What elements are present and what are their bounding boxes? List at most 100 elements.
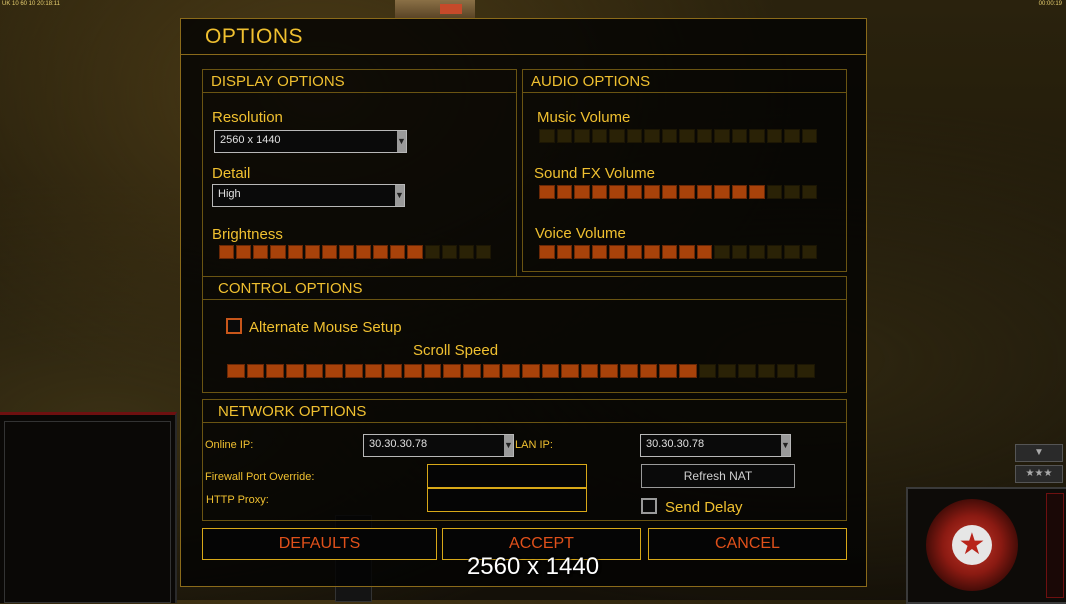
slider-segment bbox=[325, 364, 343, 378]
slider-segment bbox=[766, 245, 782, 259]
voice-volume-label: Voice Volume bbox=[535, 225, 626, 242]
slider-segment bbox=[556, 245, 572, 259]
slider-segment bbox=[227, 364, 245, 378]
slider-segment bbox=[407, 245, 423, 259]
slider-segment bbox=[784, 245, 800, 259]
hud-status-left: UK 10 60 10 20:18:11 bbox=[2, 1, 60, 7]
slider-segment bbox=[364, 364, 383, 378]
online-ip-dropdown[interactable]: 30.30.30.78 ▼ bbox=[363, 434, 514, 457]
scroll-speed-slider[interactable] bbox=[227, 364, 815, 378]
slider-segment bbox=[356, 245, 372, 259]
slider-segment bbox=[679, 129, 695, 143]
online-ip-value: 30.30.30.78 bbox=[369, 438, 428, 450]
slider-segment bbox=[644, 129, 660, 143]
slider-segment bbox=[219, 245, 235, 259]
slider-segment bbox=[539, 129, 555, 143]
slider-segment bbox=[556, 185, 572, 199]
firewall-port-input[interactable] bbox=[427, 464, 587, 488]
slider-segment bbox=[344, 364, 363, 378]
audio-options-section: AUDIO OPTIONS Music Volume Sound FX Volu… bbox=[522, 69, 847, 272]
network-options-header: NETWORK OPTIONS bbox=[203, 400, 846, 423]
display-options-section: DISPLAY OPTIONS Resolution 2560 x 1440 ▼… bbox=[202, 69, 517, 277]
http-proxy-input[interactable] bbox=[427, 488, 587, 512]
slider-segment bbox=[574, 245, 590, 259]
slider-segment bbox=[766, 185, 782, 199]
slider-segment bbox=[285, 364, 304, 378]
slider-segment bbox=[246, 364, 265, 378]
detail-dropdown[interactable]: High ▼ bbox=[212, 184, 405, 207]
resolution-value: 2560 x 1440 bbox=[220, 134, 281, 146]
slider-segment bbox=[539, 245, 555, 259]
slider-segment bbox=[541, 364, 560, 378]
chevron-down-icon[interactable]: ▼ bbox=[397, 131, 406, 152]
slider-segment bbox=[714, 129, 730, 143]
slider-segment bbox=[441, 245, 457, 259]
slider-segment bbox=[620, 364, 638, 378]
rank-stars-icon[interactable]: ★★★ bbox=[1015, 465, 1063, 483]
slider-segment bbox=[384, 364, 402, 378]
slider-segment bbox=[731, 129, 747, 143]
music-volume-label: Music Volume bbox=[537, 109, 631, 126]
http-proxy-label: HTTP Proxy: bbox=[206, 494, 269, 506]
voice-volume-slider[interactable] bbox=[539, 245, 817, 259]
slider-segment bbox=[797, 364, 815, 378]
slider-segment bbox=[423, 364, 442, 378]
slider-segment bbox=[580, 364, 599, 378]
slider-segment bbox=[253, 245, 269, 259]
slider-segment bbox=[698, 364, 717, 378]
sound-fx-volume-label: Sound FX Volume bbox=[534, 165, 655, 182]
slider-segment bbox=[626, 245, 642, 259]
detail-value: High bbox=[218, 188, 241, 200]
slider-segment bbox=[373, 245, 389, 259]
radar-side-strip bbox=[1046, 493, 1064, 598]
radar-panel: ★ bbox=[906, 487, 1066, 604]
slider-segment bbox=[784, 185, 800, 199]
dialog-title: OPTIONS bbox=[205, 25, 304, 48]
chevron-down-icon[interactable]: ▼ bbox=[504, 435, 513, 456]
slider-segment bbox=[661, 245, 677, 259]
slider-segment bbox=[749, 129, 765, 143]
slider-segment bbox=[801, 245, 817, 259]
display-options-header: DISPLAY OPTIONS bbox=[203, 70, 516, 93]
dialog-title-bar: OPTIONS bbox=[181, 19, 866, 55]
slider-segment bbox=[609, 129, 625, 143]
slider-segment bbox=[714, 245, 730, 259]
slider-segment bbox=[801, 129, 817, 143]
lan-ip-dropdown[interactable]: 30.30.30.78 ▼ bbox=[640, 434, 791, 457]
slider-segment bbox=[801, 185, 817, 199]
slider-segment bbox=[644, 185, 660, 199]
alternate-mouse-label: Alternate Mouse Setup bbox=[249, 319, 402, 336]
brightness-slider[interactable] bbox=[219, 245, 491, 259]
slider-segment bbox=[574, 129, 590, 143]
refresh-nat-button[interactable]: Refresh NAT bbox=[641, 464, 795, 488]
resolution-dropdown[interactable]: 2560 x 1440 ▼ bbox=[214, 130, 407, 153]
slider-segment bbox=[591, 245, 607, 259]
slider-segment bbox=[679, 364, 697, 378]
detail-label: Detail bbox=[212, 165, 251, 182]
slider-segment bbox=[718, 364, 737, 378]
slider-segment bbox=[502, 364, 520, 378]
scroll-speed-label: Scroll Speed bbox=[413, 342, 499, 359]
sound-fx-volume-slider[interactable] bbox=[539, 185, 817, 199]
music-volume-slider[interactable] bbox=[539, 129, 817, 143]
slider-segment bbox=[696, 245, 712, 259]
slider-segment bbox=[482, 364, 501, 378]
chevron-down-icon[interactable]: ▼ bbox=[1015, 444, 1063, 462]
options-dialog: OPTIONS DISPLAY OPTIONS Resolution 2560 … bbox=[180, 18, 867, 587]
slider-segment bbox=[539, 185, 555, 199]
hud-game-timer: 00:00:19 bbox=[1038, 1, 1062, 7]
brightness-label: Brightness bbox=[212, 226, 283, 243]
slider-segment bbox=[766, 129, 782, 143]
chevron-down-icon[interactable]: ▼ bbox=[395, 185, 404, 206]
send-delay-checkbox[interactable] bbox=[641, 498, 657, 514]
chevron-down-icon[interactable]: ▼ bbox=[781, 435, 790, 456]
slider-segment bbox=[475, 245, 491, 259]
slider-segment bbox=[644, 245, 660, 259]
alternate-mouse-checkbox[interactable] bbox=[226, 318, 242, 334]
slider-segment bbox=[591, 129, 607, 143]
slider-segment bbox=[556, 129, 572, 143]
resolution-label: Resolution bbox=[212, 109, 283, 126]
slider-segment bbox=[749, 245, 765, 259]
send-delay-label: Send Delay bbox=[665, 499, 743, 516]
slider-segment bbox=[679, 185, 695, 199]
